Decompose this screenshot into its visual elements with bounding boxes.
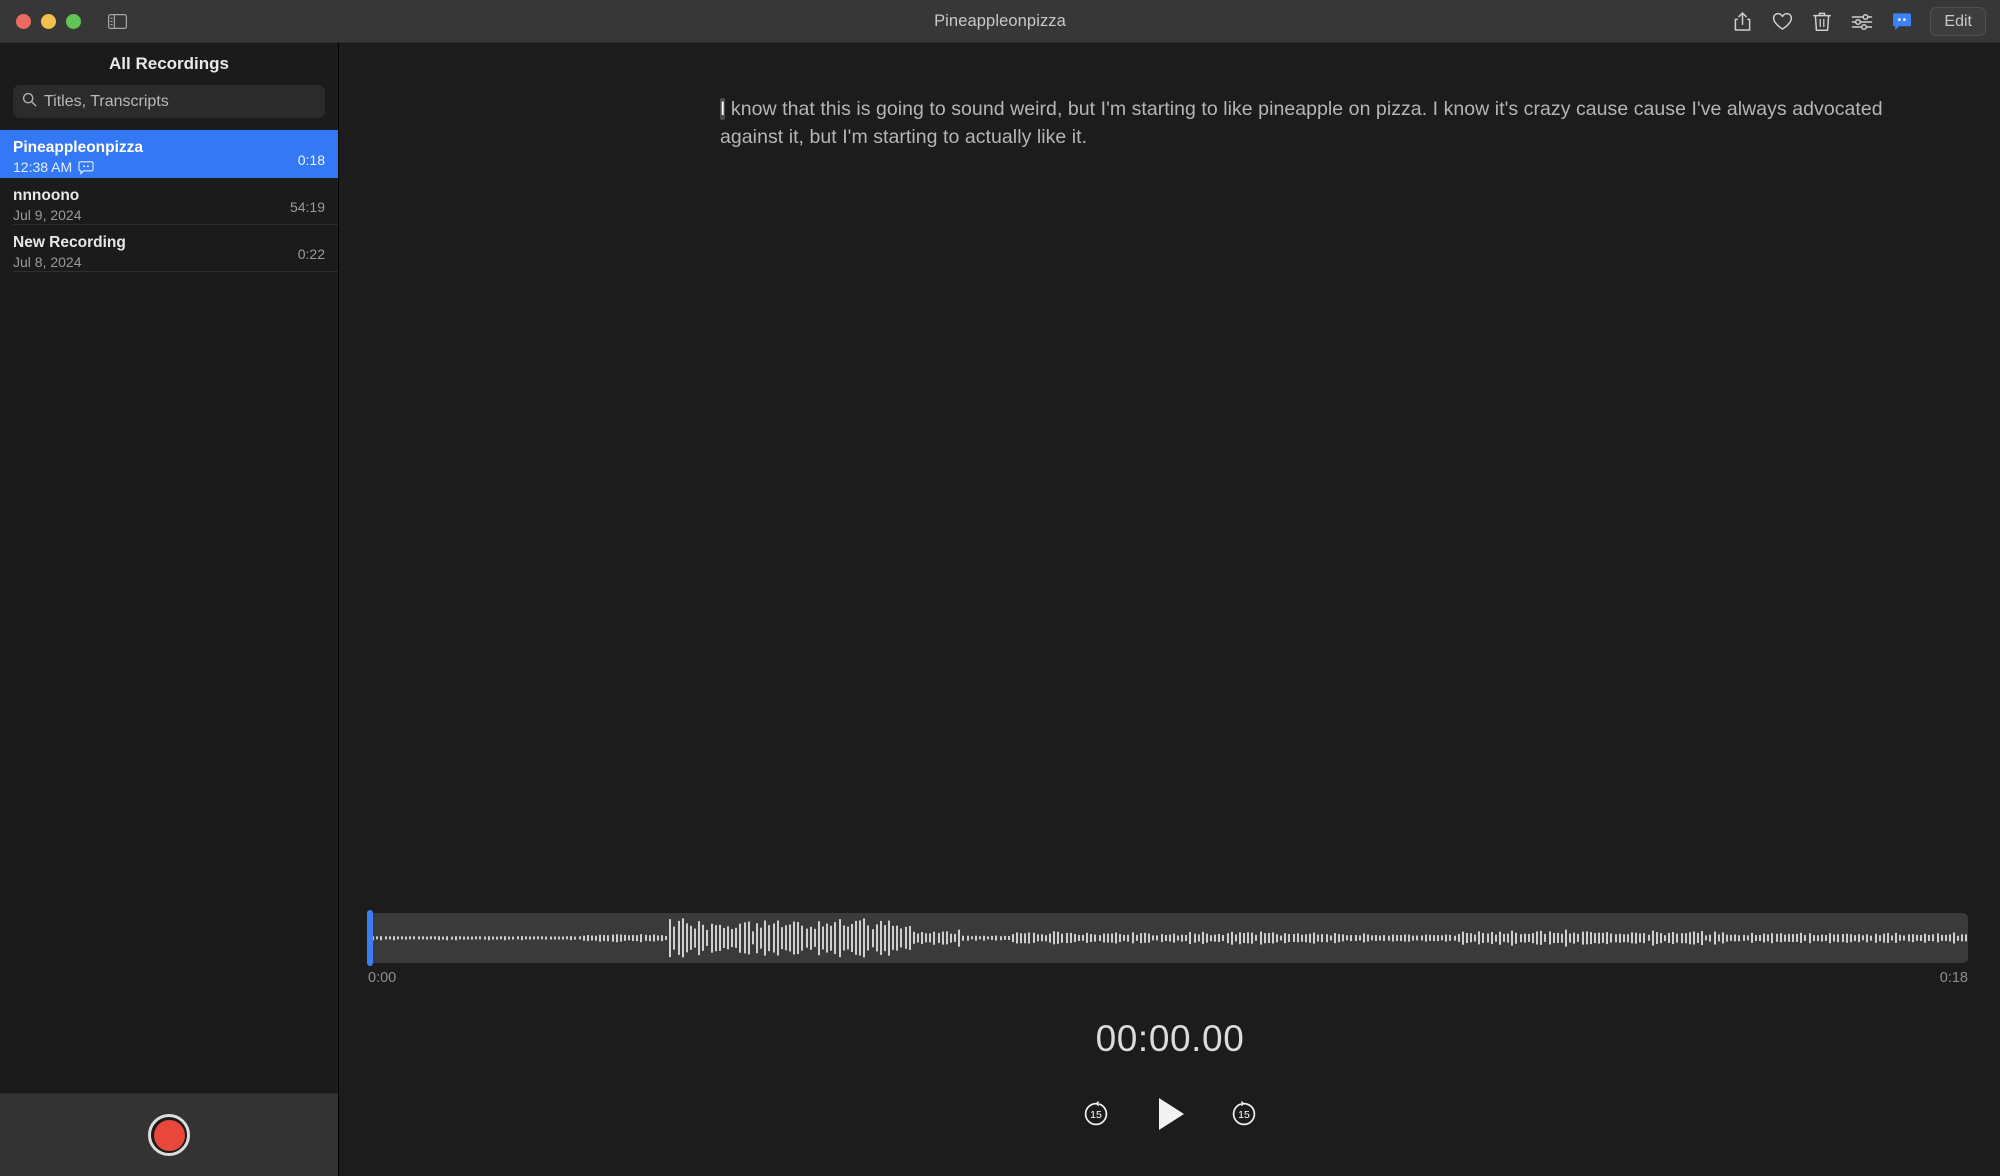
elapsed-time: 00:00.00 bbox=[1095, 1018, 1245, 1059]
skip-back-15-button[interactable]: 15 bbox=[1081, 1099, 1111, 1129]
play-button[interactable] bbox=[1156, 1098, 1184, 1130]
playback-controls: 15 15 bbox=[340, 1098, 2000, 1130]
sidebar-footer bbox=[0, 1093, 338, 1176]
recordings-list: Pineappleonpizza 12:38 AM 0:18 nnnoono J… bbox=[0, 130, 338, 272]
sidebar-title: All Recordings bbox=[109, 54, 229, 73]
list-item[interactable]: New Recording Jul 8, 2024 0:22 bbox=[0, 225, 338, 272]
recording-date: Jul 8, 2024 bbox=[13, 254, 82, 270]
list-item[interactable]: nnnoono Jul 9, 2024 54:19 bbox=[0, 178, 338, 225]
recording-meta: Jul 8, 2024 bbox=[13, 254, 325, 271]
toolbar-actions: Edit bbox=[1722, 0, 1986, 43]
recording-duration: 0:22 bbox=[297, 246, 325, 262]
list-divider bbox=[13, 271, 338, 272]
transcript-text: I know that this is going to sound weird… bbox=[720, 95, 1950, 151]
sidebar-toggle-icon[interactable] bbox=[104, 8, 130, 34]
skip-forward-15-button[interactable]: 15 bbox=[1229, 1099, 1259, 1129]
recording-meta: Jul 9, 2024 bbox=[13, 207, 325, 224]
waveform-bars bbox=[368, 913, 1968, 963]
play-icon bbox=[1159, 1098, 1184, 1130]
end-time-label: 0:18 bbox=[1939, 970, 1968, 986]
window-title: Pineappleonpizza bbox=[934, 11, 1066, 30]
search-box[interactable] bbox=[13, 85, 325, 118]
skip-forward-15-label: 15 bbox=[1238, 1109, 1250, 1121]
zoom-button[interactable] bbox=[66, 13, 81, 29]
recording-title: New Recording bbox=[13, 234, 126, 251]
skip-back-15-label: 15 bbox=[1090, 1109, 1102, 1121]
traffic-lights bbox=[0, 13, 81, 29]
waveform-track[interactable] bbox=[368, 913, 1968, 963]
recording-title: Pineappleonpizza bbox=[13, 139, 144, 156]
recording-meta: 12:38 AM bbox=[13, 159, 325, 176]
time-labels: 0:00 0:18 bbox=[368, 970, 1968, 986]
search-field-wrapper bbox=[0, 85, 338, 118]
share-icon[interactable] bbox=[1722, 7, 1762, 37]
skip-forward-15-icon: 15 bbox=[1229, 1099, 1259, 1129]
recording-duration: 54:19 bbox=[289, 199, 325, 215]
titlebar: Pineappleonpizza Edit bbox=[0, 0, 2000, 43]
trash-icon[interactable] bbox=[1802, 7, 1842, 37]
minimize-button[interactable] bbox=[41, 13, 56, 29]
close-button[interactable] bbox=[16, 13, 31, 29]
playhead[interactable] bbox=[367, 910, 373, 966]
record-button[interactable] bbox=[148, 1114, 190, 1156]
recording-duration: 0:18 bbox=[297, 152, 325, 168]
recording-title: nnnoono bbox=[13, 187, 80, 204]
search-input[interactable] bbox=[44, 92, 316, 111]
waveform[interactable] bbox=[367, 910, 1968, 966]
main-content: I know that this is going to sound weird… bbox=[340, 43, 2000, 1176]
sidebar: All Recordings Pineappleonpizza 12:38 AM bbox=[0, 43, 339, 1176]
transcript-bubble-icon[interactable] bbox=[1882, 7, 1922, 37]
skip-back-15-icon: 15 bbox=[1081, 1099, 1111, 1129]
search-icon bbox=[22, 92, 37, 112]
start-time-label: 0:00 bbox=[368, 970, 397, 986]
transcript-body: know that this is going to sound weird, … bbox=[720, 98, 1883, 148]
heart-icon[interactable] bbox=[1762, 7, 1802, 37]
sliders-icon[interactable] bbox=[1842, 7, 1882, 37]
transcript-badge-icon bbox=[78, 160, 94, 175]
voice-memos-window: Pineappleonpizza Edit All Recordings Tit… bbox=[0, 0, 2000, 1176]
list-item[interactable]: Pineappleonpizza 12:38 AM 0:18 bbox=[0, 130, 338, 178]
player-controls: 0:00 0:18 00:00.00 15 15 bbox=[340, 908, 2000, 1176]
edit-button[interactable]: Edit bbox=[1930, 7, 1986, 36]
recording-date: Jul 9, 2024 bbox=[13, 207, 82, 223]
recording-date: 12:38 AM bbox=[13, 159, 73, 175]
